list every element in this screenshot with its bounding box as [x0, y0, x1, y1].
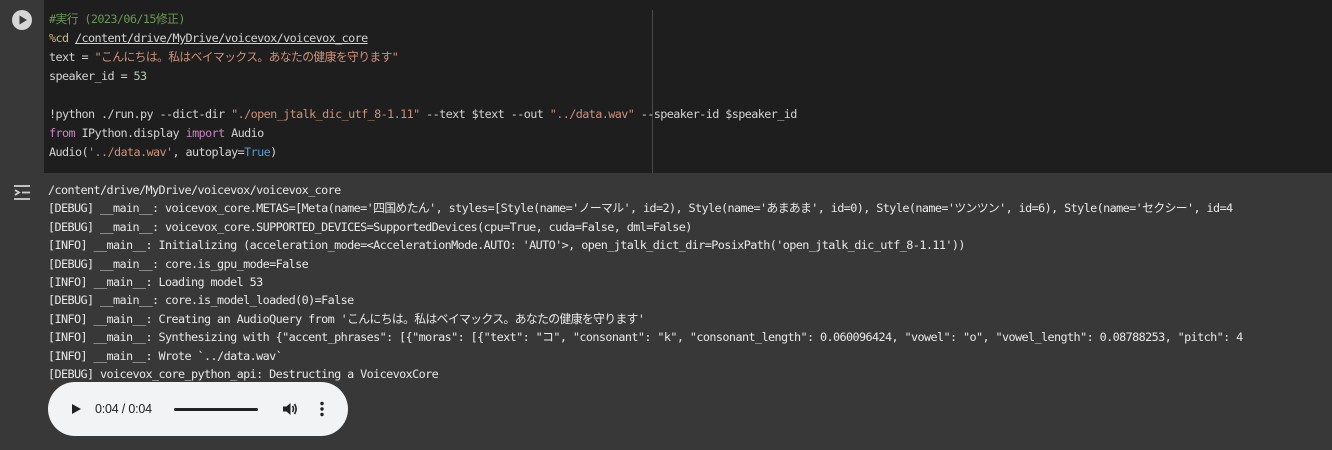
output-toggle-icon: [14, 185, 30, 200]
audio-time: 0:04 / 0:04: [95, 402, 152, 416]
output-line: [DEBUG] voicevox_core_python_api: Destru…: [48, 366, 439, 381]
code-token: --speaker-id $speaker_id: [634, 107, 798, 121]
code-cell: #実行 (2023/06/15修正) %cd /content/drive/MyD…: [0, 0, 1332, 175]
output-line: [INFO] __main__: Creating an AudioQuery …: [48, 311, 645, 326]
code-token: , autoplay=: [172, 145, 245, 159]
run-cell-button[interactable]: [12, 10, 32, 30]
code-token: Audio(: [49, 145, 89, 159]
code-token: speaker_id =: [49, 69, 134, 83]
code-line[interactable]: from IPython.display import Audio: [49, 124, 1289, 143]
code-text[interactable]: #実行 (2023/06/15修正) %cd /content/drive/MyD…: [49, 10, 1289, 162]
code-token: "../data.wav": [549, 107, 635, 121]
play-circle-icon: [19, 15, 27, 25]
code-token: !python ./run.py --dict-dir: [49, 107, 232, 121]
more-vert-icon: [320, 401, 324, 417]
output-line: [INFO] __main__: Loading model 53: [48, 274, 263, 289]
code-line[interactable]: #実行 (2023/06/15修正): [49, 10, 1289, 29]
code-token: True: [244, 145, 271, 159]
cell-output-text: /content/drive/MyDrive/voicevox/voicevox…: [48, 181, 1332, 383]
code-token: /content/drive/MyDrive/voicevox/voicevox…: [75, 31, 368, 45]
code-token: import: [185, 126, 226, 140]
code-token: "./open_jtalk_dic_utf_8-1.11": [231, 107, 420, 121]
code-token: 53: [133, 69, 148, 83]
audio-play-button[interactable]: [66, 399, 86, 419]
output-line: [DEBUG] __main__: core.is_model_loaded(0…: [48, 293, 354, 308]
code-line[interactable]: [49, 86, 1289, 105]
code-token: IPython.display: [75, 126, 186, 140]
code-editor[interactable]: #実行 (2023/06/15修正) %cd /content/drive/MyD…: [44, 0, 1332, 173]
output-toggle[interactable]: [12, 183, 34, 201]
audio-more-button[interactable]: [312, 399, 332, 419]
play-icon: [72, 404, 81, 414]
code-token: '../data.wav': [88, 145, 173, 159]
output-line: [INFO] __main__: Initializing (accelerat…: [48, 238, 965, 253]
code-token: #実行 (2023/06/15修正): [49, 12, 185, 26]
code-line[interactable]: speaker_id = 53: [49, 67, 1289, 86]
output-line: [INFO] __main__: Wrote `../data.wav`: [48, 348, 283, 363]
code-token: --text $text --out: [419, 107, 550, 121]
code-token: ): [270, 145, 277, 159]
output-line: /content/drive/MyDrive/voicevox/voicevox…: [48, 183, 341, 197]
output-line: [DEBUG] __main__: voicevox_core.SUPPORTE…: [48, 219, 692, 234]
output-line: [INFO] __main__: Synthesizing with {"acc…: [48, 330, 1243, 345]
code-token: Audio: [224, 126, 264, 140]
audio-volume-button[interactable]: [280, 399, 300, 419]
code-line[interactable]: text = "こんにちは。私はベイマックス。あなたの健康を守ります": [49, 48, 1289, 67]
code-token: "こんにちは。私はベイマックス。あなたの健康を守ります": [94, 50, 399, 64]
code-line[interactable]: %cd /content/drive/MyDrive/voicevox/voic…: [49, 29, 1289, 48]
audio-player[interactable]: 0:04 / 0:04: [48, 382, 348, 436]
code-token: from: [49, 126, 76, 140]
code-token: %cd: [49, 31, 76, 45]
output-line: [DEBUG] __main__: core.is_gpu_mode=False: [48, 256, 309, 271]
cell-gutter: [0, 0, 44, 175]
output-line: [DEBUG] __main__: voicevox_core.METAS=[M…: [48, 201, 1233, 216]
cell-output-area: /content/drive/MyDrive/voicevox/voicevox…: [0, 175, 1332, 450]
code-line[interactable]: Audio('../data.wav', autoplay=True): [49, 143, 1289, 162]
volume-icon: [283, 403, 297, 415]
audio-progress-track[interactable]: [174, 408, 258, 411]
code-token: text =: [49, 50, 95, 64]
code-line[interactable]: !python ./run.py --dict-dir "./open_jtal…: [49, 105, 1289, 124]
